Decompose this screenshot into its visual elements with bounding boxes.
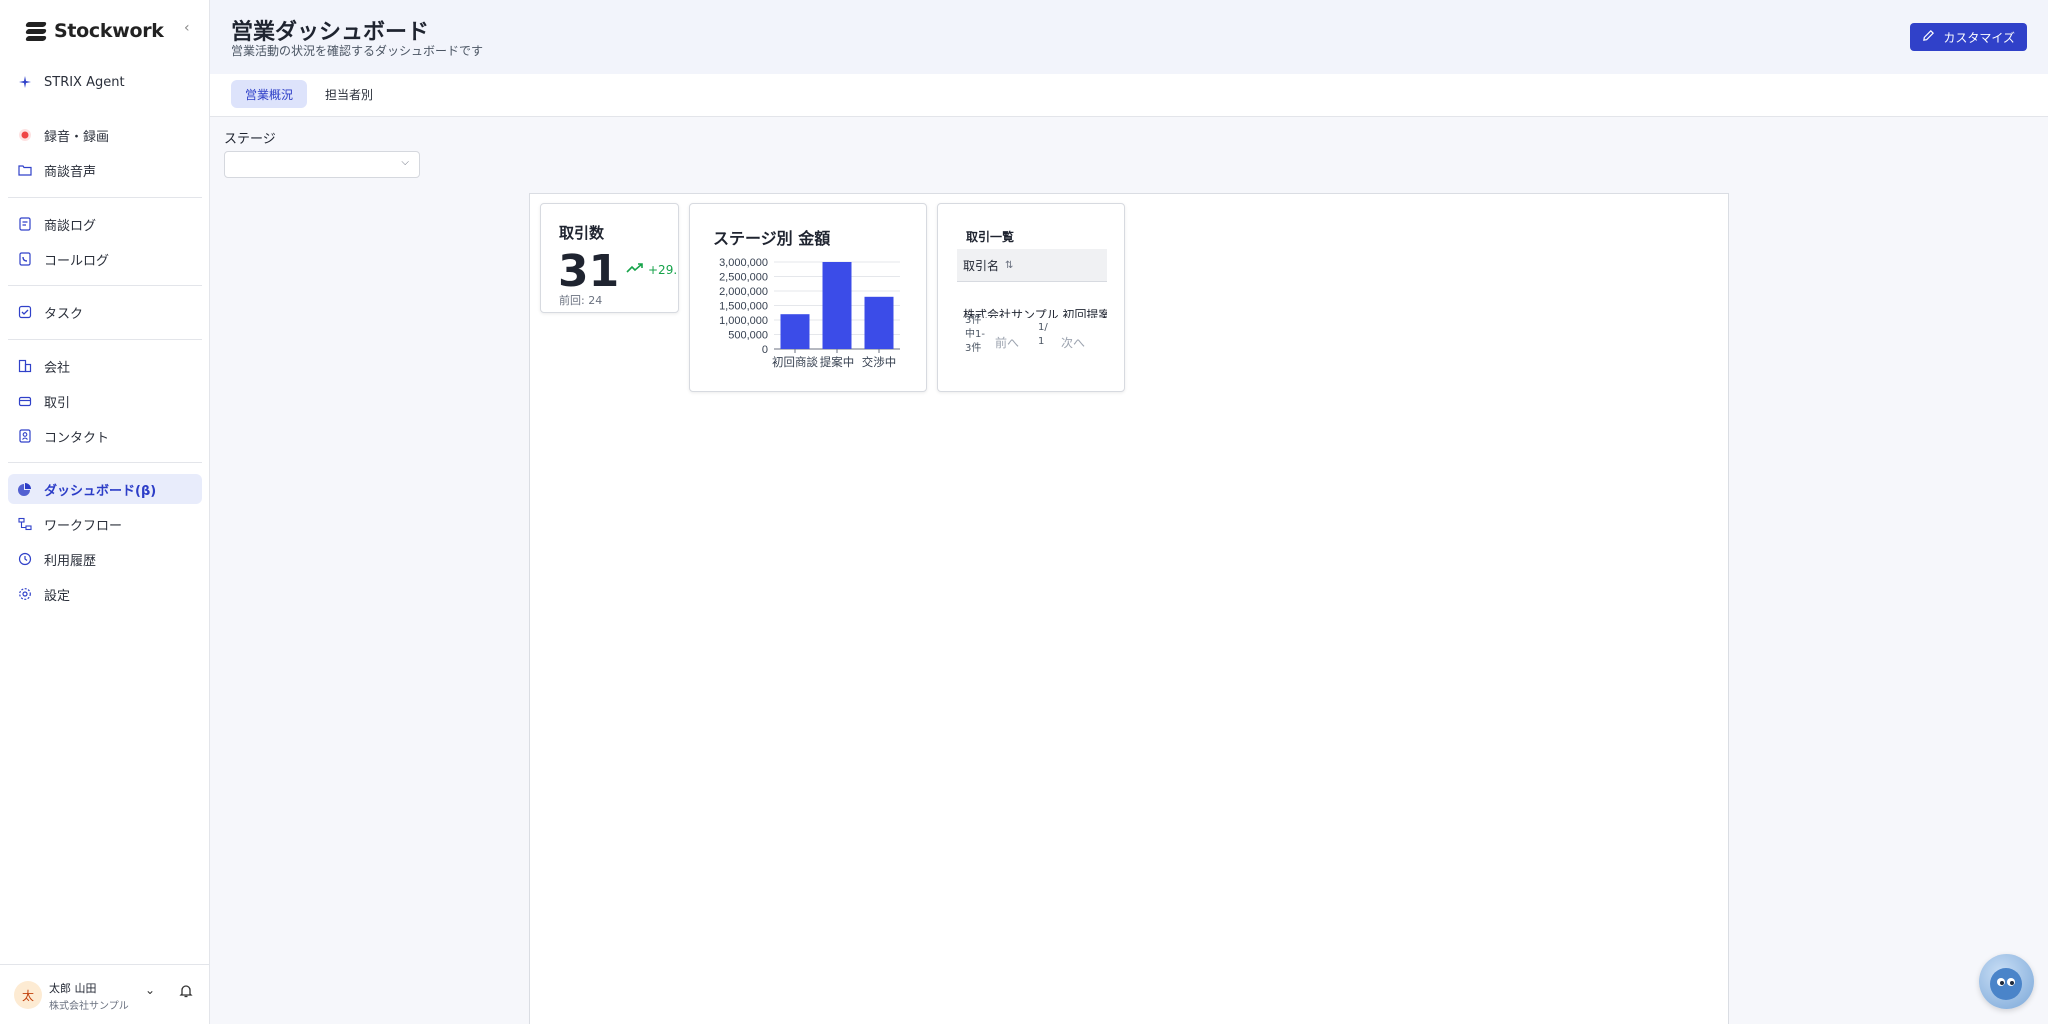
history-icon <box>18 552 32 566</box>
table-header[interactable]: 取引名 ⇅ <box>957 249 1107 282</box>
sidebar-item-companies[interactable]: 会社 <box>8 351 202 381</box>
dashboard-icon <box>18 482 32 496</box>
sidebar-item-label: 会社 <box>44 360 71 376</box>
sort-icon[interactable]: ⇅ <box>1005 260 1013 271</box>
sidebar-item-usage-history[interactable]: 利用履歴 <box>8 544 202 574</box>
user-name: 太郎 山田 <box>49 982 97 995</box>
assistant-chat-button[interactable] <box>1979 954 2034 1009</box>
assistant-mascot-icon <box>1990 968 2022 1000</box>
y-tick-label: 500,000 <box>728 330 768 342</box>
kpi-trend-value: +29.2 <box>648 262 678 277</box>
user-menu[interactable]: 太 太郎 山田 株式会社サンプル ⌄ <box>0 964 210 1024</box>
building-icon <box>18 359 32 373</box>
chevron-down-icon[interactable]: ⌄ <box>145 983 155 997</box>
sidebar-divider <box>8 339 202 340</box>
column-deal-name: 取引名 <box>963 258 1000 273</box>
kpi-trend: +29.2 <box>626 262 678 277</box>
sidebar-item-deals[interactable]: 取引 <box>8 386 202 416</box>
stage-filter-label: ステージ <box>224 132 276 147</box>
sidebar-item-dashboard[interactable]: ダッシュボード(β) <box>8 474 202 504</box>
sidebar-item-label: コールログ <box>44 253 110 269</box>
customize-label: カスタマイズ <box>1943 30 2015 45</box>
bell-icon[interactable] <box>178 983 194 999</box>
phone-icon <box>18 252 32 266</box>
sidebar-item-label: 設定 <box>44 588 71 604</box>
pagination-info: 3件中1-3件 <box>965 315 985 354</box>
app-name: Stockwork <box>54 20 164 42</box>
sidebar-item-meeting-log[interactable]: 商談ログ <box>8 209 202 239</box>
document-icon <box>18 217 32 231</box>
wallet-icon <box>18 394 32 408</box>
stockwork-logo-icon <box>24 19 48 43</box>
chart-bar <box>822 262 852 349</box>
user-company: 株式会社サンプル <box>49 1001 129 1012</box>
y-tick-label: 0 <box>762 344 768 356</box>
chart-bar <box>780 314 810 349</box>
record-icon <box>18 128 32 142</box>
stage-amount-chart-card[interactable]: ステージ別 金額 3,000,000 2,500,000 2,000,000 1,50… <box>689 203 927 392</box>
sidebar-item-label: 取引 <box>44 395 71 411</box>
page-header: 営業ダッシュボード 営業活動の状況を確認するダッシュボードです カスタマイズ <box>210 0 2048 74</box>
dashboard-tabs: 営業概況 担当者別 <box>210 74 2048 117</box>
deal-count-card[interactable]: 取引数 31 +29.2 前回: 24 <box>540 203 679 313</box>
sidebar-item-recording[interactable]: 録音・録画 <box>8 120 202 150</box>
sidebar-item-settings[interactable]: 設定 <box>8 579 202 609</box>
app-logo[interactable]: Stockwork <box>24 18 164 44</box>
sidebar-item-label: コンタクト <box>44 430 110 446</box>
page-subtitle: 営業活動の状況を確認するダッシュボードです <box>231 44 484 58</box>
tab-sales-overview[interactable]: 営業概況 <box>231 80 308 108</box>
sparkle-icon <box>18 75 32 89</box>
customize-button[interactable]: カスタマイズ <box>1910 23 2027 51</box>
sidebar-item-label: 利用履歴 <box>44 553 97 569</box>
prev-page-button[interactable]: 前へ <box>995 334 1019 351</box>
sidebar-divider <box>8 285 202 286</box>
deal-list-card[interactable]: 取引一覧 取引名 ⇅ 株式会社サンプル 初回提案 3件中1-3件 前へ 1/1 … <box>937 203 1125 392</box>
x-tick-label: 交渉中 <box>862 355 897 369</box>
chevron-down-icon: ⌵ <box>401 157 409 168</box>
sidebar-item-meeting-audio[interactable]: 商談音声 <box>8 155 202 185</box>
sidebar-item-label: ダッシュボード(β) <box>44 483 157 499</box>
stage-filter-select[interactable]: ⌵ <box>224 151 420 178</box>
kpi-title: 取引数 <box>559 224 605 242</box>
sidebar-item-tasks[interactable]: タスク <box>8 297 202 327</box>
x-tick-label: 提案中 <box>820 355 855 369</box>
tab-by-rep[interactable]: 担当者別 <box>311 80 387 108</box>
y-tick-label: 2,000,000 <box>719 286 768 298</box>
next-page-button[interactable]: 次へ <box>1061 334 1085 351</box>
y-tick-label: 1,500,000 <box>719 301 768 313</box>
y-tick-label: 3,000,000 <box>719 257 768 269</box>
sidebar-item-contacts[interactable]: コンタクト <box>8 421 202 451</box>
sidebar-item-call-log[interactable]: コールログ <box>8 244 202 274</box>
table-title: 取引一覧 <box>966 230 1015 244</box>
page-indicator: 1/1 <box>1038 322 1048 347</box>
collapse-sidebar-icon[interactable]: ‹ <box>184 20 190 36</box>
kpi-previous: 前回: 24 <box>559 294 603 307</box>
sidebar-item-label: 録音・録画 <box>44 129 110 145</box>
avatar: 太 <box>14 981 42 1009</box>
sidebar-divider <box>8 462 202 463</box>
y-tick-label: 2,500,000 <box>719 272 768 284</box>
kpi-value: 31 <box>558 246 620 297</box>
contact-icon <box>18 429 32 443</box>
folder-icon <box>18 163 32 177</box>
sidebar-item-label: STRIX Agent <box>44 74 125 90</box>
sidebar: Stockwork ‹ STRIX Agent 録音・録画 商談音声 商談ログ … <box>0 0 210 1024</box>
y-tick-label: 1,000,000 <box>719 315 768 327</box>
sidebar-item-label: 商談音声 <box>44 164 97 180</box>
checkbox-icon <box>18 305 32 319</box>
sidebar-item-label: 商談ログ <box>44 218 97 234</box>
sidebar-item-workflow[interactable]: ワークフロー <box>8 509 202 539</box>
settings-icon <box>18 587 32 601</box>
workflow-icon <box>18 517 32 531</box>
chart-bar <box>864 296 894 349</box>
trend-up-icon <box>626 262 644 277</box>
sidebar-item-label: タスク <box>44 306 84 322</box>
sidebar-item-strix-agent[interactable]: STRIX Agent <box>8 67 202 97</box>
sidebar-item-label: ワークフロー <box>44 518 123 534</box>
x-tick-label: 初回商談 <box>772 355 818 369</box>
stage-amount-chart: 3,000,000 2,500,000 2,000,000 1,500,000 1,00… <box>719 257 900 369</box>
sidebar-divider <box>8 197 202 198</box>
pencil-icon <box>1922 29 1935 45</box>
